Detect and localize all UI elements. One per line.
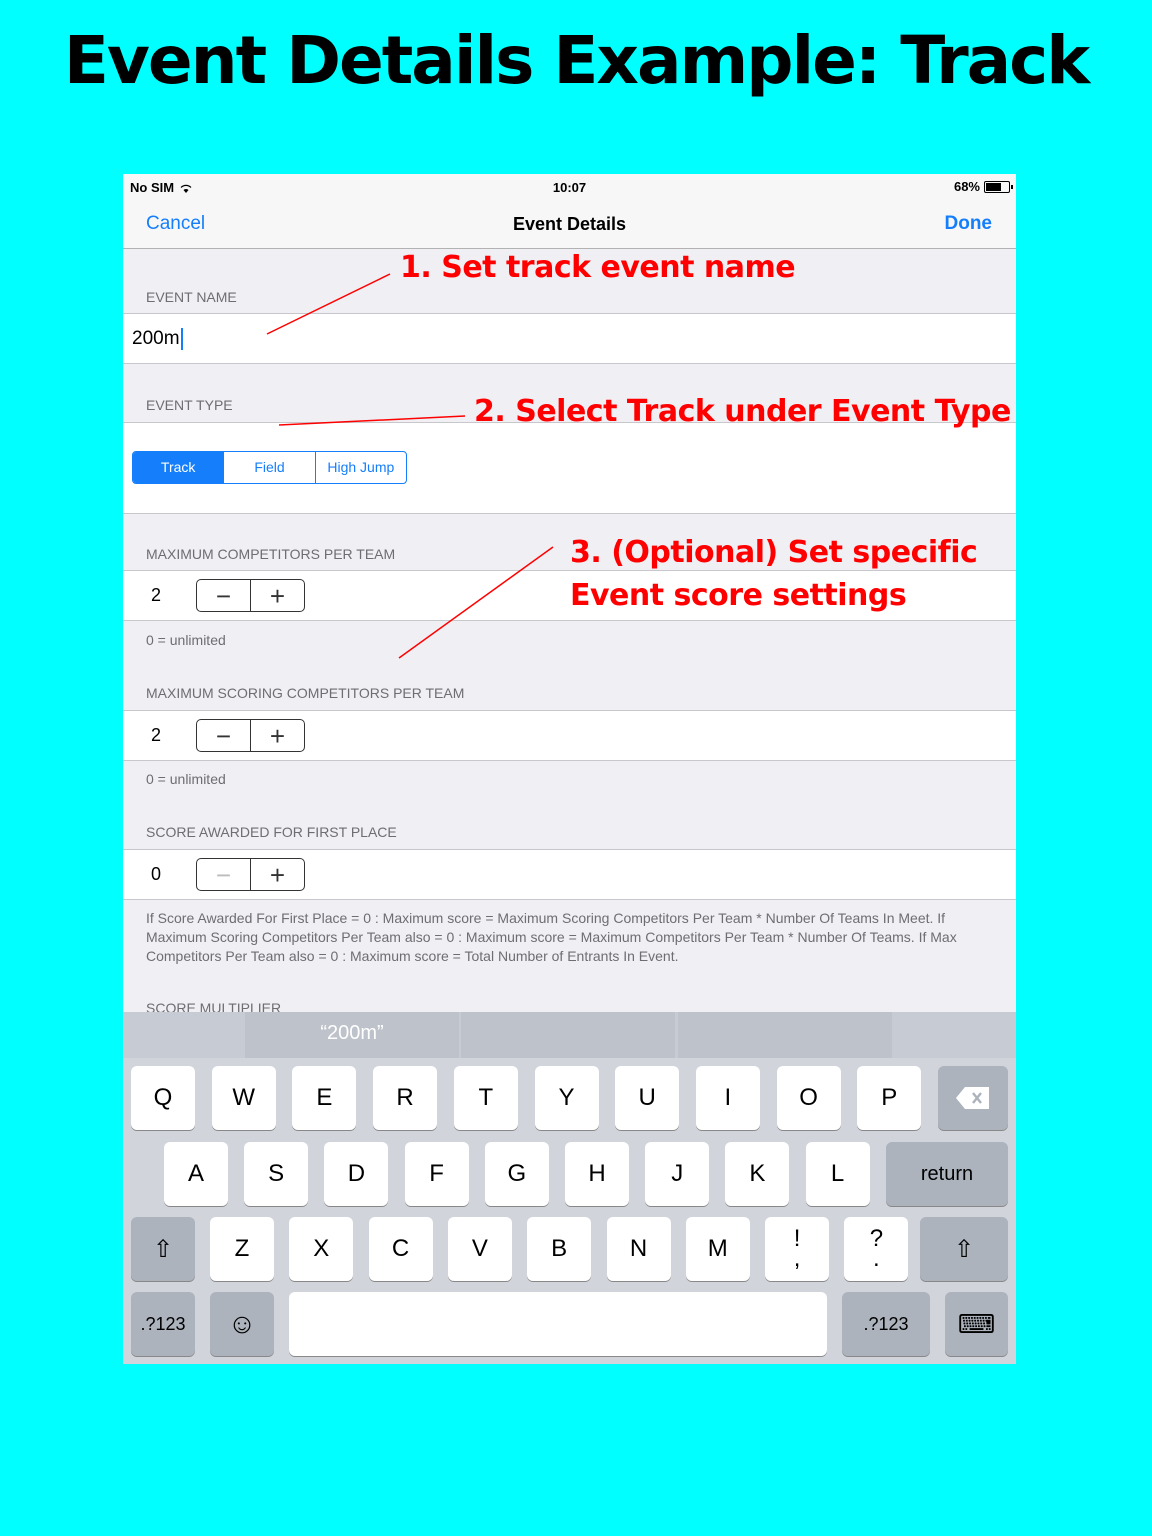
key-p[interactable]: P [857, 1066, 922, 1130]
return-key[interactable]: return [886, 1142, 1008, 1206]
space-bar[interactable] [289, 1292, 827, 1356]
max-competitors-stepper: − + [196, 579, 305, 612]
segment-track[interactable]: Track [133, 452, 225, 483]
decrement-button[interactable]: − [197, 859, 251, 890]
nav-title: Event Details [512, 214, 627, 234]
max-competitors-footer: 0 = unlimited [146, 632, 226, 648]
event-type-cell: Track Field High Jump [123, 422, 1016, 514]
battery-percent: 68% [953, 179, 980, 194]
key-o[interactable]: O [776, 1066, 841, 1130]
event-name-input[interactable]: 200m [132, 328, 183, 350]
key-r[interactable]: R [373, 1066, 438, 1130]
key-e[interactable]: E [292, 1066, 357, 1130]
key-h[interactable]: H [565, 1142, 629, 1206]
emoji-icon: ☺ [227, 1308, 257, 1339]
key-b[interactable]: B [527, 1217, 592, 1281]
event-type-header: EVENT TYPE [146, 397, 233, 413]
segment-high-jump[interactable]: High Jump [316, 452, 406, 483]
max-scoring-value: 2 [151, 725, 162, 745]
key-punct-8[interactable]: ? . [844, 1217, 909, 1281]
max-scoring-stepper: − + [196, 719, 305, 752]
shift-key-right[interactable]: ⇧ [920, 1217, 1008, 1281]
score-info-text: If Score Awarded For First Place = 0 : M… [146, 910, 957, 964]
annotation-3-line-1: 3. (Optional) Set specific [570, 535, 978, 570]
annotation-3-line-2: Event score settings [570, 578, 907, 613]
key-c[interactable]: C [368, 1217, 433, 1281]
key-x[interactable]: X [289, 1217, 354, 1281]
battery-icon [984, 180, 1013, 193]
key-q[interactable]: Q [131, 1066, 195, 1130]
event-name-header: EVENT NAME [146, 289, 237, 305]
suggestion-3[interactable] [678, 1012, 892, 1058]
first-place-cell: 0 − + [123, 849, 1016, 900]
decrement-button[interactable]: − [197, 580, 251, 611]
max-scoring-cell: 2 − + [123, 710, 1016, 761]
max-competitors-header: MAXIMUM COMPETITORS PER TEAM [146, 546, 396, 562]
numbers-key-right[interactable]: .?123 [842, 1292, 930, 1356]
event-type-segmented-control: Track Field High Jump [132, 451, 407, 484]
max-scoring-footer: 0 = unlimited [146, 771, 226, 787]
key-y[interactable]: Y [534, 1066, 599, 1130]
ipad-screen: No SIM 10:07 68% Cancel Event Details Do… [123, 174, 1016, 1364]
key-k[interactable]: K [725, 1142, 790, 1206]
key-s[interactable]: S [244, 1142, 309, 1206]
key-l[interactable]: L [805, 1142, 870, 1206]
increment-button[interactable]: + [251, 859, 304, 890]
navigation-bar: Cancel Event Details Done [123, 200, 1016, 249]
key-j[interactable]: J [645, 1142, 710, 1206]
page-headline: Event Details Example: Track [63, 22, 1090, 99]
done-button[interactable]: Done [945, 213, 993, 235]
delete-key[interactable] [938, 1066, 1008, 1130]
key-a[interactable]: A [164, 1142, 228, 1206]
key-z[interactable]: Z [210, 1217, 274, 1281]
clock: 10:07 [552, 180, 587, 195]
text-cursor [180, 328, 183, 350]
decrement-button[interactable]: − [197, 720, 251, 751]
increment-button[interactable]: + [251, 720, 304, 751]
event-name-value: 200m [132, 328, 180, 350]
emoji-key[interactable]: ☺ [210, 1292, 274, 1356]
annotation-2: 2. Select Track under Event Type [474, 394, 1011, 429]
key-t[interactable]: T [453, 1066, 518, 1130]
key-m[interactable]: M [685, 1217, 750, 1281]
on-screen-keyboard: QWERTYUIOP ASDFGHJKL return ⇧ Z X C V B N M! ,… [123, 1058, 1016, 1364]
suggestion-1[interactable]: “200m” [245, 1012, 459, 1058]
dismiss-keyboard-key[interactable]: ⌨ [945, 1292, 1008, 1356]
battery-status: 68% [953, 179, 1013, 194]
status-bar: No SIM 10:07 68% [123, 174, 1016, 200]
first-place-stepper: − + [196, 858, 305, 891]
keyboard-dismiss-icon: ⌨ [957, 1308, 996, 1339]
annotation-1: 1. Set track event name [400, 250, 796, 285]
shift-key-left[interactable]: ⇧ [131, 1217, 195, 1281]
first-place-header: SCORE AWARDED FOR FIRST PLACE [146, 824, 397, 840]
suggestion-2[interactable] [461, 1012, 675, 1058]
key-f[interactable]: F [404, 1142, 469, 1206]
first-place-value: 0 [151, 864, 162, 884]
segment-field[interactable]: Field [224, 452, 316, 483]
predictive-bar: “200m” [123, 1012, 1016, 1058]
key-n[interactable]: N [606, 1217, 671, 1281]
key-w[interactable]: W [211, 1066, 276, 1130]
increment-button[interactable]: + [251, 580, 304, 611]
key-i[interactable]: I [695, 1066, 760, 1130]
key-u[interactable]: U [615, 1066, 680, 1130]
event-name-cell: 200m [123, 313, 1016, 364]
max-competitors-value: 2 [151, 585, 162, 605]
delete-icon [956, 1087, 989, 1109]
numbers-key-left[interactable]: .?123 [131, 1292, 195, 1356]
key-punct-7[interactable]: ! , [765, 1217, 830, 1281]
key-v[interactable]: V [447, 1217, 512, 1281]
max-scoring-header: MAXIMUM SCORING COMPETITORS PER TEAM [146, 685, 465, 701]
key-g[interactable]: G [484, 1142, 549, 1206]
key-d[interactable]: D [324, 1142, 389, 1206]
